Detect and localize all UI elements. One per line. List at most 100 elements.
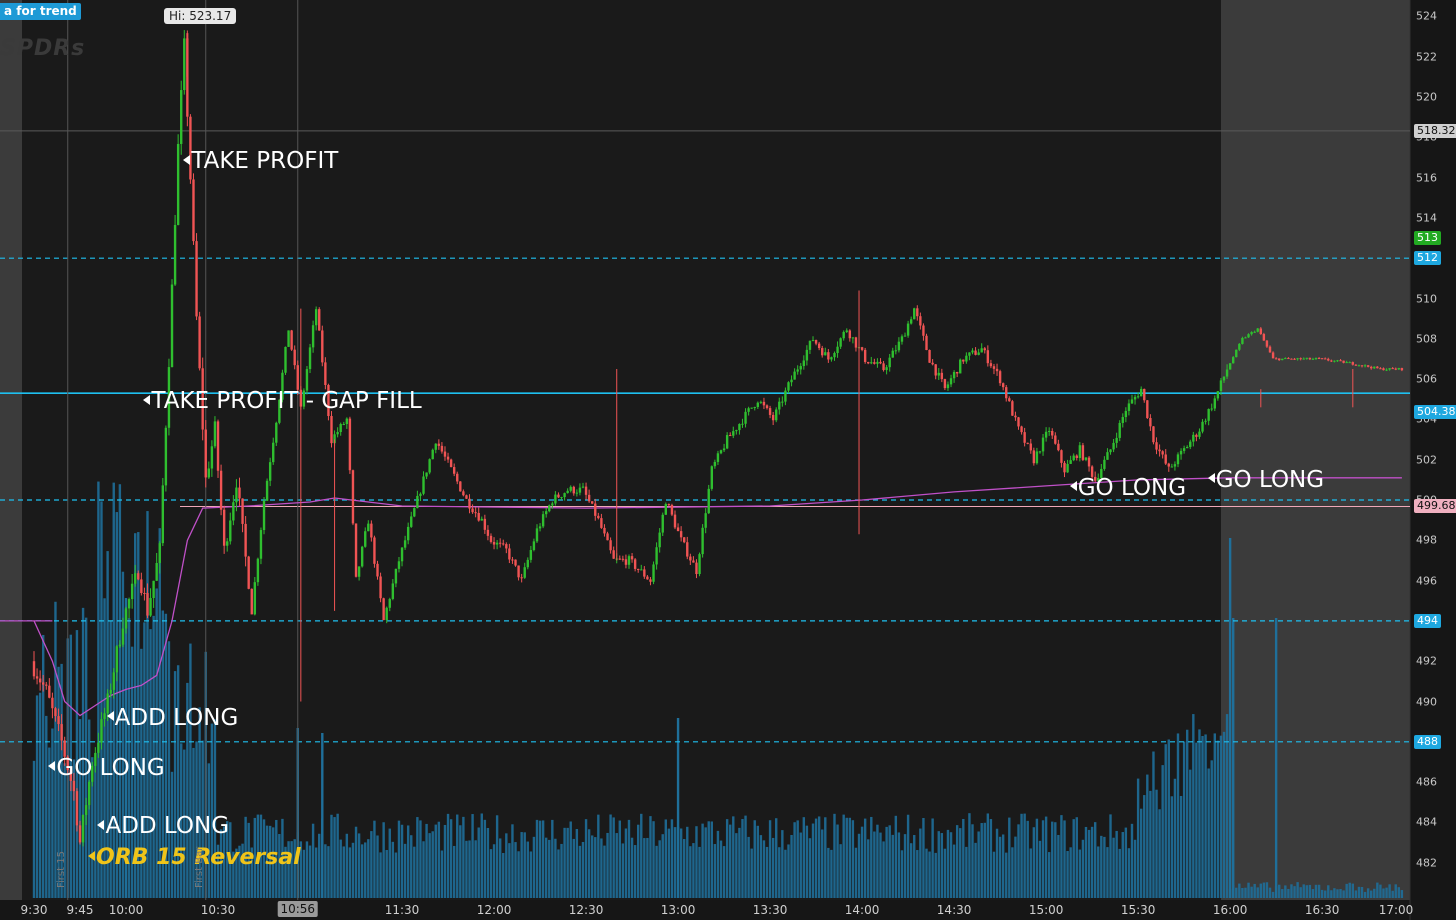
volume-bar: [520, 832, 523, 898]
volume-bar: [842, 814, 845, 898]
candle: [1143, 388, 1146, 401]
candle: [1219, 380, 1223, 392]
volume-bar: [1026, 820, 1029, 898]
volume-bar: [664, 819, 668, 898]
time-tick-label: 16:00: [1212, 903, 1248, 917]
candle: [492, 541, 496, 545]
volume-bar: [391, 841, 395, 898]
volume-bar: [989, 819, 993, 898]
candle: [1287, 358, 1290, 360]
volume-bar: [38, 692, 42, 898]
candle: [103, 713, 106, 720]
volume-bar: [1149, 790, 1152, 898]
candle: [581, 486, 585, 488]
candle: [839, 338, 842, 347]
candle: [713, 461, 717, 467]
candle: [1164, 454, 1167, 464]
time-tick-label: 14:30: [936, 903, 972, 917]
candle: [827, 352, 830, 360]
volume-bar: [563, 827, 566, 898]
candle: [173, 224, 177, 285]
candle: [1213, 398, 1216, 409]
volume-bar: [354, 826, 358, 898]
volume-bar: [986, 813, 990, 898]
volume-bar: [431, 831, 434, 898]
volume-bar: [1385, 887, 1388, 898]
candle: [636, 568, 640, 570]
candle: [1250, 332, 1253, 335]
volume-bar: [449, 819, 453, 898]
price-tick-label: 484: [1416, 815, 1437, 829]
candle: [1394, 368, 1397, 370]
candle: [618, 558, 621, 560]
volume-bar: [679, 828, 683, 898]
volume-bar: [1075, 817, 1078, 898]
volume-bar: [1262, 882, 1266, 898]
candle: [232, 502, 235, 521]
candle: [45, 684, 48, 686]
volume-bar: [811, 823, 815, 898]
candle: [152, 580, 155, 598]
volume-bar: [1130, 823, 1134, 898]
candle: [216, 421, 220, 471]
volume-bar: [658, 840, 661, 898]
volume-bar: [1044, 816, 1048, 898]
candle: [1388, 368, 1391, 370]
volume-bar: [1287, 888, 1290, 898]
volume-bar: [652, 821, 655, 898]
candle: [1136, 396, 1140, 398]
volume-bar: [1195, 742, 1198, 898]
candle: [836, 346, 839, 354]
price-tick-label: 498: [1416, 533, 1437, 547]
candle: [633, 559, 637, 569]
volume-bar: [1032, 827, 1036, 898]
candle: [535, 528, 539, 542]
volume-bar: [575, 829, 579, 898]
candle: [284, 346, 287, 373]
candle: [403, 540, 407, 548]
volume-bar: [1228, 538, 1232, 898]
candle: [158, 543, 161, 564]
candle: [1149, 417, 1152, 427]
candle: [848, 330, 852, 339]
volume-bar: [367, 839, 370, 898]
volume-bar: [805, 825, 809, 898]
candle: [382, 598, 385, 621]
candle: [900, 336, 904, 342]
volume-bar: [833, 813, 836, 898]
candle: [1112, 442, 1115, 450]
volume-bar: [1397, 887, 1401, 898]
candle: [477, 512, 480, 521]
volume-bar: [928, 851, 931, 898]
price-chart[interactable]: [0, 0, 1456, 920]
candle: [1115, 437, 1118, 443]
candle: [817, 343, 821, 349]
volume-bar: [1054, 822, 1057, 898]
candle: [1023, 432, 1026, 443]
volume-bar: [744, 815, 747, 898]
volume-bar: [1170, 796, 1174, 898]
candle: [1262, 334, 1266, 341]
volume-bar: [676, 718, 680, 898]
volume-bar: [1308, 884, 1312, 898]
volume-bar: [336, 813, 339, 898]
candle: [667, 504, 671, 506]
volume-bar: [397, 820, 401, 898]
candle: [986, 350, 990, 364]
volume-bar: [1020, 813, 1023, 898]
candle: [566, 490, 569, 494]
volume-bar: [925, 848, 928, 898]
candle: [732, 431, 735, 436]
volume-bar: [870, 816, 873, 898]
candle: [32, 661, 36, 677]
volume-bar: [756, 825, 760, 898]
candle: [170, 284, 174, 368]
candle: [1302, 358, 1305, 360]
candle: [1204, 420, 1207, 422]
candle: [222, 509, 226, 546]
price-tick-label: 490: [1416, 695, 1437, 708]
volume-bar: [977, 831, 980, 898]
candle: [1066, 463, 1069, 473]
volume-bar: [1259, 883, 1262, 898]
volume-bar: [814, 818, 818, 898]
